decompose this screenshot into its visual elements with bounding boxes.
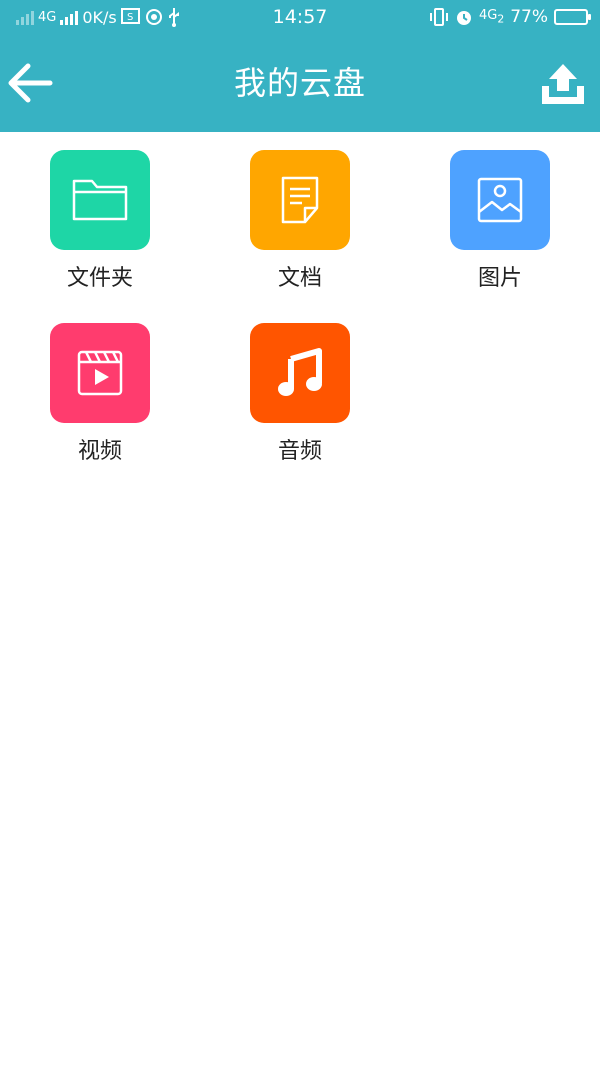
category-label: 音频 <box>277 439 322 464</box>
network-type-right-label: 4G <box>478 8 498 24</box>
page-title: 我的云盘 <box>233 64 366 102</box>
vibrate-icon <box>429 8 448 26</box>
audio-tile[interactable] <box>250 323 350 423</box>
category-label: 视频 <box>77 439 122 464</box>
alarm-icon <box>456 11 471 25</box>
network-type-right: 4G2 <box>479 8 504 26</box>
category-label: 文档 <box>277 266 322 291</box>
category-audio[interactable]: 音频 <box>200 323 400 464</box>
charging-icon: ⚡ <box>567 10 575 24</box>
category-label: 图片 <box>477 266 522 291</box>
category-label: 文件夹 <box>66 266 133 291</box>
app-bar: 我的云盘 <box>0 34 600 132</box>
category-folder[interactable]: 文件夹 <box>0 150 200 291</box>
sim-index: 2 <box>497 12 505 26</box>
category-video[interactable]: 视频 <box>0 323 200 464</box>
video-icon <box>77 350 123 396</box>
folder-tile[interactable] <box>50 150 150 250</box>
music-icon <box>278 348 322 396</box>
category-document[interactable]: 文档 <box>200 150 400 291</box>
battery-icon: ⚡ <box>554 9 591 25</box>
document-icon <box>281 176 319 224</box>
upload-button[interactable] <box>540 62 586 106</box>
image-icon <box>477 177 523 223</box>
folder-icon <box>72 179 128 221</box>
upload-icon <box>542 64 584 104</box>
image-tile[interactable] <box>450 150 550 250</box>
status-right: 4G2 77% ⚡ <box>429 0 591 34</box>
battery-percent: 77% <box>510 7 548 27</box>
status-bar: 4G 0K/s S 14:57 4G2 77% ⚡ <box>0 0 600 34</box>
category-image[interactable]: 图片 <box>400 150 600 291</box>
document-tile[interactable] <box>250 150 350 250</box>
video-tile[interactable] <box>50 323 150 423</box>
